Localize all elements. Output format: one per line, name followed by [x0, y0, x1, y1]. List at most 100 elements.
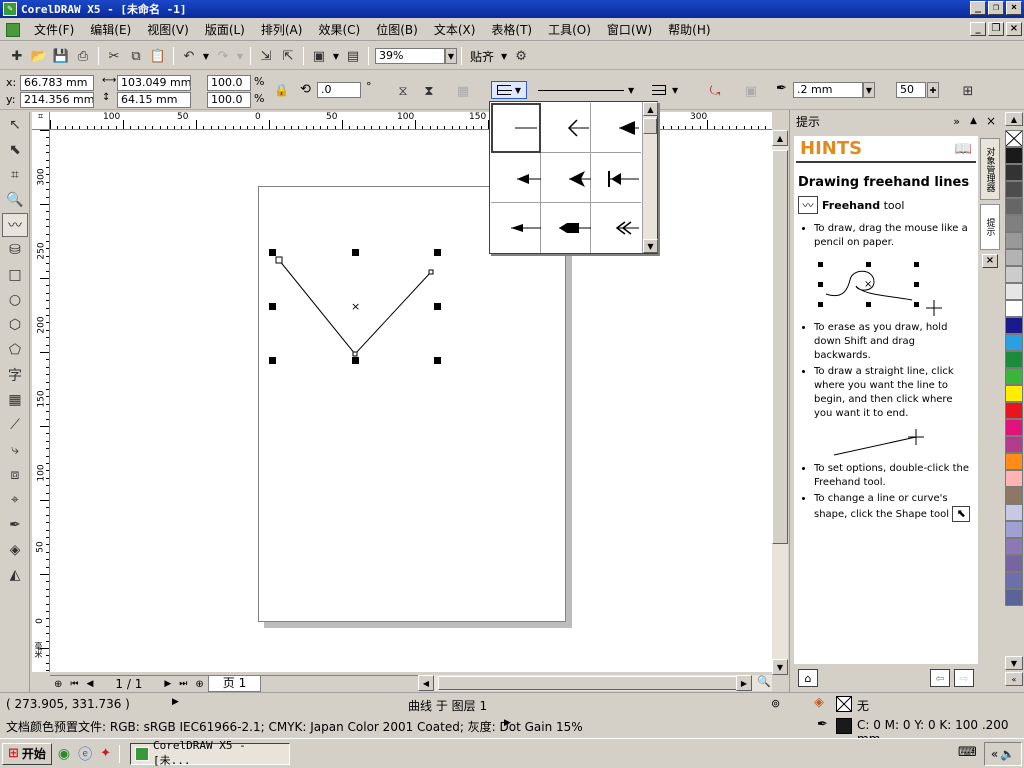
interactive-fill-icon[interactable]: ◭: [2, 563, 28, 587]
redo-dropdown-icon[interactable]: ▼: [234, 48, 246, 64]
color-swatch[interactable]: [1005, 334, 1023, 351]
snap-dropdown-icon[interactable]: ▼: [498, 48, 510, 64]
hints-book-icon[interactable]: 📖: [955, 141, 972, 157]
selection-handle[interactable]: [352, 357, 359, 364]
scale-width-field[interactable]: 100.0: [207, 75, 251, 91]
restore-button[interactable]: ❐: [988, 1, 1004, 15]
selection-handle[interactable]: [352, 249, 359, 256]
width-field[interactable]: 103.049 mm: [117, 75, 191, 91]
freehand-tool-icon[interactable]: 〰: [2, 213, 28, 237]
color-swatch[interactable]: [1005, 436, 1023, 453]
arrowhead-scrollbar[interactable]: ▲ ▼: [642, 102, 658, 253]
menu-effects[interactable]: 效果(C): [310, 19, 368, 41]
color-swatch[interactable]: [1005, 368, 1023, 385]
cut-icon[interactable]: ✂: [103, 45, 125, 67]
auto-close-icon[interactable]: ▦: [452, 80, 474, 102]
color-swatch[interactable]: [1005, 215, 1023, 232]
menu-arrange[interactable]: 排列(A): [253, 19, 311, 41]
back-icon[interactable]: ⇦: [930, 669, 950, 687]
color-swatch[interactable]: [1005, 521, 1023, 538]
last-page-icon[interactable]: ⏭: [175, 679, 191, 689]
insert-page-before-icon[interactable]: ⊕: [50, 679, 66, 690]
scroll-thumb[interactable]: [438, 676, 742, 690]
line-style-selector[interactable]: ▼: [538, 82, 636, 98]
open-folder-icon[interactable]: 📂: [28, 45, 50, 67]
palette-expand-icon[interactable]: «: [1005, 672, 1023, 686]
zoom-tool-icon[interactable]: 🔍: [2, 188, 28, 212]
line-style-dropdown-icon[interactable]: ▼: [628, 86, 634, 95]
fill-tool-icon[interactable]: ◈: [2, 538, 28, 562]
color-swatch[interactable]: [1005, 538, 1023, 555]
tab-hints[interactable]: 提示: [980, 204, 1000, 250]
selection-handle[interactable]: [269, 303, 276, 310]
color-swatch[interactable]: [1005, 283, 1023, 300]
selection-handle[interactable]: [434, 303, 441, 310]
coordinates-arrow-icon[interactable]: ▶: [172, 697, 179, 707]
polygon-tool-icon[interactable]: ⬡: [2, 313, 28, 337]
undo-icon[interactable]: ↶: [178, 45, 200, 67]
scroll-left-icon[interactable]: ◀: [418, 675, 434, 691]
vertical-ruler[interactable]: 300 250 200 150 100 50 0 毫米: [32, 130, 50, 672]
next-page-icon[interactable]: ▶: [160, 679, 175, 689]
color-swatch[interactable]: [1005, 300, 1023, 317]
mirror-horizontal-icon[interactable]: ⧖: [392, 80, 414, 102]
collapse-docker-icon[interactable]: ▲: [965, 116, 982, 126]
arrowhead-option[interactable]: [591, 103, 641, 153]
menu-edit[interactable]: 编辑(E): [82, 19, 139, 41]
lock-ratio-icon[interactable]: 🔒: [274, 83, 289, 97]
start-arrowhead-selector[interactable]: ▼: [491, 81, 527, 99]
outline-width-dropdown-icon[interactable]: ▼: [863, 82, 875, 98]
arrowhead-option[interactable]: [541, 203, 591, 253]
palette-scroll-down-icon[interactable]: ▼: [1005, 656, 1023, 670]
start-arrowhead-dropdown-icon[interactable]: ▼: [515, 86, 521, 95]
mirror-vertical-icon[interactable]: ⧗: [418, 80, 440, 102]
color-swatch[interactable]: [1005, 198, 1023, 215]
start-button[interactable]: ⊞ 开始: [2, 742, 52, 765]
shape-tool-icon[interactable]: ⬉: [2, 138, 28, 162]
print-icon[interactable]: ⎙: [72, 45, 94, 67]
color-swatch[interactable]: [1005, 351, 1023, 368]
color-swatch[interactable]: [1005, 572, 1023, 589]
smoothing-field[interactable]: 50: [896, 82, 926, 98]
color-swatch[interactable]: [1005, 181, 1023, 198]
doc-close-button[interactable]: ×: [1006, 22, 1022, 36]
export-icon[interactable]: ⇱: [277, 45, 299, 67]
rectangle-tool-icon[interactable]: □: [2, 263, 28, 287]
quicklaunch-icon[interactable]: ✦: [100, 746, 111, 761]
ruler-origin-icon[interactable]: ⌗: [32, 112, 50, 130]
arrowhead-option[interactable]: [491, 153, 541, 203]
forward-icon[interactable]: ⇨: [954, 669, 974, 687]
color-swatch[interactable]: [1005, 249, 1023, 266]
pick-tool-icon[interactable]: ↖: [2, 113, 28, 137]
arrowhead-option[interactable]: [491, 203, 541, 253]
menu-help[interactable]: 帮助(H): [660, 19, 718, 41]
menu-bitmaps[interactable]: 位图(B): [368, 19, 426, 41]
color-swatch[interactable]: [1005, 470, 1023, 487]
color-swatch[interactable]: [1005, 453, 1023, 470]
no-color-swatch[interactable]: [1005, 130, 1023, 147]
welcome-screen-icon[interactable]: ▤: [342, 45, 364, 67]
scroll-up-icon[interactable]: ▲: [772, 130, 788, 146]
color-swatch[interactable]: [1005, 266, 1023, 283]
blend-tool-icon[interactable]: ⧈: [2, 463, 28, 487]
scroll-up-icon[interactable]: ▲: [643, 102, 658, 116]
selection-handle[interactable]: [434, 357, 441, 364]
color-swatch[interactable]: [1005, 317, 1023, 334]
redo-icon[interactable]: ↷: [212, 45, 234, 67]
menu-tools[interactable]: 工具(O): [540, 19, 599, 41]
color-swatch[interactable]: [1005, 504, 1023, 521]
basic-shapes-icon[interactable]: ⬠: [2, 338, 28, 362]
tab-object-manager[interactable]: 对象管理器: [980, 138, 1000, 200]
x-position-field[interactable]: 66.783 mm: [20, 75, 94, 91]
connector-tool-icon[interactable]: ⤷: [2, 438, 28, 462]
rotation-field[interactable]: .0: [317, 82, 361, 98]
first-page-icon[interactable]: ⏮: [66, 679, 82, 689]
selection-handle[interactable]: [269, 357, 276, 364]
fill-none-swatch[interactable]: [836, 696, 852, 712]
page-tab[interactable]: 页 1: [207, 676, 262, 692]
drawing-canvas[interactable]: ×: [50, 130, 772, 672]
launcher-dropdown-icon[interactable]: ▼: [330, 48, 342, 64]
y-position-field[interactable]: 214.356 mm: [20, 92, 94, 108]
selection-handle[interactable]: [434, 249, 441, 256]
crop-tool-icon[interactable]: ⌗: [2, 163, 28, 187]
